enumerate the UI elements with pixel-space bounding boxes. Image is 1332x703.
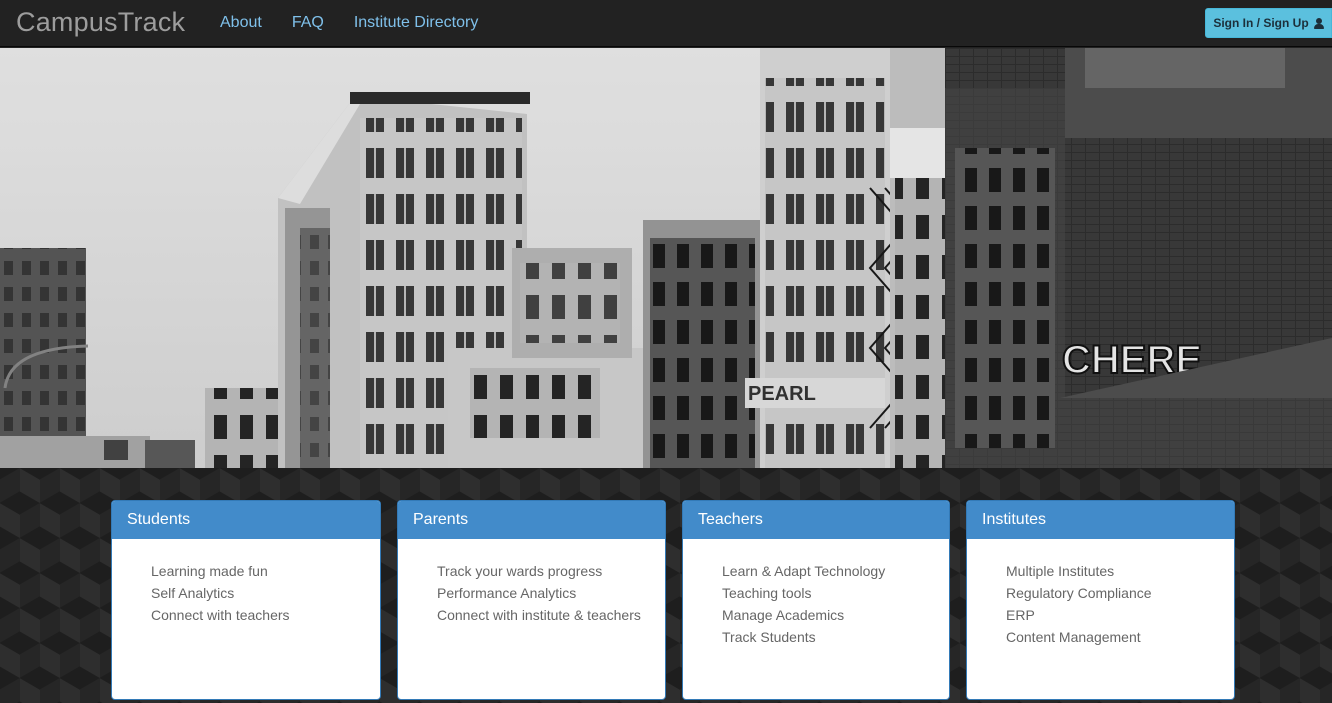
list-item: Learning made fun (151, 563, 268, 579)
list-item: Content Management (1006, 629, 1141, 645)
panel-students: Students Learning made fun Self Analytic… (111, 500, 381, 700)
nav-link-about[interactable]: About (205, 0, 277, 47)
nav-link-institute-directory[interactable]: Institute Directory (339, 0, 493, 47)
features-section: Students Learning made fun Self Analytic… (0, 468, 1332, 703)
list-item: Performance Analytics (437, 585, 577, 601)
brand-logo[interactable]: CampusTrack (16, 7, 185, 38)
list-item: Manage Academics (722, 607, 845, 623)
list-item: Self Analytics (151, 585, 235, 601)
sign-in-button[interactable]: Sign In / Sign Up (1205, 8, 1332, 38)
list-item: Learn & Adapt Technology (722, 563, 886, 579)
sign-in-label: Sign In / Sign Up (1213, 16, 1309, 30)
list-item: Connect with institute & teachers (437, 607, 641, 623)
hero-image: PEARL CHERE (0, 48, 1332, 468)
panel-parents: Parents Track your wards progress Perfor… (397, 500, 666, 700)
list-item: Track your wards progress (437, 563, 603, 579)
list-item: Teaching tools (722, 585, 812, 601)
cityscape-illustration: PEARL CHERE (0, 48, 1332, 468)
panel-teachers: Teachers Learn & Adapt Technology Teachi… (682, 500, 950, 700)
list-item: Multiple Institutes (1006, 563, 1115, 579)
panel-heading-institutes: Institutes (967, 501, 1234, 539)
panel-body-parents: Track your wards progress Performance An… (398, 539, 665, 626)
nav-link-faq[interactable]: FAQ (277, 0, 339, 47)
panel-body-students: Learning made fun Self Analytics Connect… (112, 539, 380, 626)
user-icon (1313, 17, 1324, 29)
panel-heading-students: Students (112, 501, 380, 539)
list-item: Regulatory Compliance (1006, 585, 1152, 601)
list-item: ERP (1006, 607, 1035, 623)
nav-links: About FAQ Institute Directory (205, 0, 493, 47)
panel-heading-parents: Parents (398, 501, 665, 539)
list-item: Connect with teachers (151, 607, 290, 623)
panel-body-institutes: Multiple Institutes Regulatory Complianc… (967, 539, 1234, 648)
list-item: Track Students (722, 629, 816, 645)
top-navbar: CampusTrack About FAQ Institute Director… (0, 0, 1332, 47)
panel-heading-teachers: Teachers (683, 501, 949, 539)
panel-body-teachers: Learn & Adapt Technology Teaching tools … (683, 539, 949, 648)
panel-institutes: Institutes Multiple Institutes Regulator… (966, 500, 1235, 700)
